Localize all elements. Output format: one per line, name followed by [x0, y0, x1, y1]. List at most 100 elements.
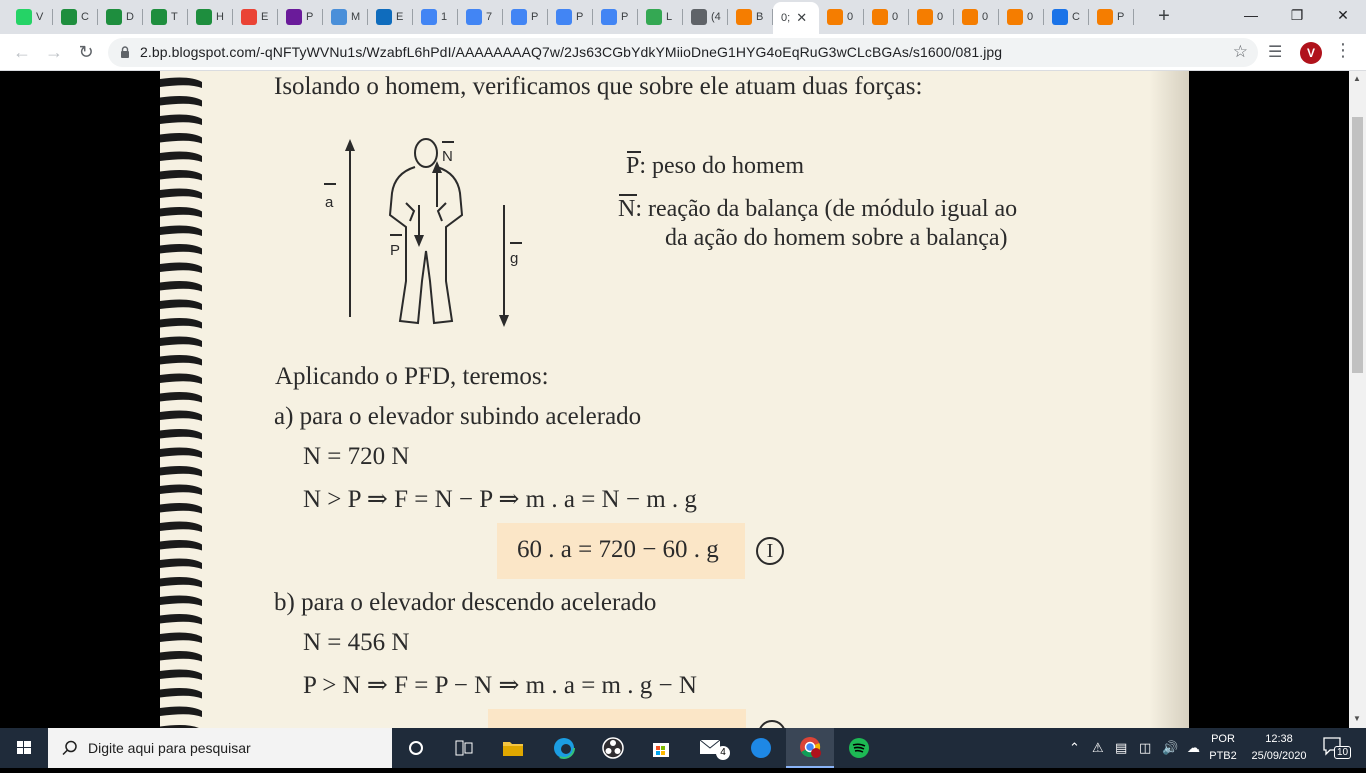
browser-tab[interactable]: 0; ✕: [773, 2, 819, 34]
reload-button[interactable]: ↻: [73, 39, 99, 65]
scroll-down-arrow-icon[interactable]: ▼: [1353, 714, 1361, 723]
address-bar[interactable]: 2.bp.blogspot.com/-qNFTyWVNu1s/WzabfL6hP…: [108, 38, 1258, 67]
browser-tab[interactable]: E: [233, 4, 278, 30]
browser-tab[interactable]: T: [143, 4, 188, 30]
spiral-ring: [160, 558, 202, 569]
case-a-title: a) para o elevador subindo acelerado: [274, 403, 642, 430]
spotify-button[interactable]: [835, 728, 883, 768]
edge-button[interactable]: [540, 728, 588, 768]
audio-icon: [691, 9, 707, 25]
profile-avatar[interactable]: V: [1300, 42, 1322, 64]
blogger-icon: [1007, 9, 1023, 25]
spiral-ring: [160, 466, 202, 477]
browser-tab[interactable]: (4: [683, 4, 728, 30]
cortana-button[interactable]: [392, 728, 440, 768]
equation-label-I: I: [756, 537, 784, 565]
browser-tab[interactable]: M: [323, 4, 368, 30]
taskbar-search-box[interactable]: Digite aqui para pesquisar: [48, 728, 392, 768]
chrome-button[interactable]: [786, 728, 834, 768]
app-button[interactable]: [737, 728, 785, 768]
spiral-ring: [160, 355, 202, 366]
volume-icon[interactable]: 🔊: [1162, 740, 1178, 756]
file-explorer-button[interactable]: [489, 728, 537, 768]
clock-time[interactable]: 12:38: [1244, 733, 1314, 745]
tray-overflow-chevron-icon[interactable]: ⌃: [1069, 740, 1080, 756]
tab-title: 1: [441, 11, 448, 23]
url-text[interactable]: 2.bp.blogspot.com/-qNFTyWVNu1s/WzabfL6hP…: [140, 44, 1002, 60]
teams-like-icon: [331, 9, 347, 25]
menu-icon[interactable]: ⋮: [1334, 40, 1352, 61]
browser-tab[interactable]: 0: [954, 4, 999, 30]
scroll-up-arrow-icon[interactable]: ▲: [1353, 74, 1361, 83]
store-bag-icon: [653, 743, 669, 757]
browser-tab[interactable]: L: [638, 4, 683, 30]
obs-button[interactable]: [589, 728, 637, 768]
search-placeholder[interactable]: Digite aqui para pesquisar: [88, 740, 251, 756]
start-button[interactable]: [0, 728, 48, 768]
new-tab-button[interactable]: +: [1152, 5, 1176, 29]
close-window-button[interactable]: ✕: [1320, 0, 1366, 30]
store-button[interactable]: [637, 728, 685, 768]
tab-title: P: [531, 11, 539, 23]
network-icon[interactable]: ▤: [1115, 740, 1127, 756]
legend-P-text: : peso do homem: [639, 153, 805, 179]
browser-tab[interactable]: P: [1089, 4, 1134, 30]
browser-tab[interactable]: 0: [864, 4, 909, 30]
vertical-scrollbar[interactable]: ▲ ▼: [1349, 71, 1366, 728]
browser-tab[interactable]: E: [368, 4, 413, 30]
browser-tab[interactable]: P: [548, 4, 593, 30]
legend-N-text2: da ação do homem sobre a balança): [665, 225, 1008, 251]
spiral-ring: [160, 429, 202, 440]
browser-tab[interactable]: 0: [999, 4, 1044, 30]
case-b-title: b) para o elevador descendo acelerado: [274, 589, 657, 616]
forward-button[interactable]: →: [41, 39, 67, 65]
spiral-ring: [160, 77, 202, 88]
onedrive-warning-icon[interactable]: ⚠: [1092, 740, 1104, 756]
blogger-icon: [872, 9, 888, 25]
classroom-icon: [106, 9, 122, 25]
browser-tab[interactable]: P: [593, 4, 638, 30]
browser-tab[interactable]: 0: [819, 4, 864, 30]
spiral-ring: [160, 299, 202, 310]
tab-title: M: [351, 11, 361, 23]
clock-date[interactable]: 25/09/2020: [1244, 750, 1314, 762]
browser-tab[interactable]: D: [98, 4, 143, 30]
task-view-button[interactable]: [440, 728, 488, 768]
case-a-boxed-equation: 60 . a = 720 − 60 . g: [517, 536, 719, 563]
tab-title: 0: [982, 11, 989, 23]
docs-icon: [511, 9, 527, 25]
browser-tab[interactable]: 7: [458, 4, 503, 30]
spiral-ring: [160, 540, 202, 551]
keyboard-layout[interactable]: PTB2: [1206, 750, 1240, 762]
bookmark-star-icon[interactable]: ☆: [1233, 42, 1248, 62]
docs-icon: [556, 9, 572, 25]
minimize-button[interactable]: —: [1228, 0, 1274, 30]
browser-toolbar: ← → ↻ 2.bp.blogspot.com/-qNFTyWVNu1s/Wza…: [0, 34, 1366, 71]
case-b-equation: P > N ⇒ F = P − N ⇒ m . a = m . g − N: [303, 672, 697, 699]
browser-tab[interactable]: B: [728, 4, 773, 30]
blogger-icon: [827, 9, 843, 25]
browser-tab[interactable]: P: [278, 4, 323, 30]
tab-separator: [1133, 9, 1134, 25]
language-code[interactable]: POR: [1206, 733, 1240, 745]
browser-tab[interactable]: H: [188, 4, 233, 30]
mail-button[interactable]: 4: [688, 728, 736, 768]
scroll-thumb[interactable]: [1352, 117, 1363, 373]
equation-label-II: [758, 720, 786, 728]
lock-icon: [121, 46, 129, 58]
restore-button[interactable]: ❐: [1274, 0, 1320, 30]
browser-tab[interactable]: C: [53, 4, 98, 30]
browser-tab[interactable]: V: [8, 4, 53, 30]
notification-center-button[interactable]: 10: [1322, 736, 1352, 760]
browser-tab[interactable]: P: [503, 4, 548, 30]
browser-tab[interactable]: 0: [909, 4, 954, 30]
media-control-icon[interactable]: ☰: [1268, 42, 1282, 62]
browser-tab[interactable]: C: [1044, 4, 1089, 30]
cloud-upload-icon[interactable]: ☁: [1187, 740, 1200, 756]
back-button[interactable]: ←: [9, 39, 35, 65]
gmail-icon: [241, 9, 257, 25]
browser-tab[interactable]: 1: [413, 4, 458, 30]
close-tab-icon[interactable]: ✕: [796, 10, 807, 26]
spiral-ring: [160, 207, 202, 218]
battery-icon[interactable]: ◫: [1139, 740, 1151, 756]
